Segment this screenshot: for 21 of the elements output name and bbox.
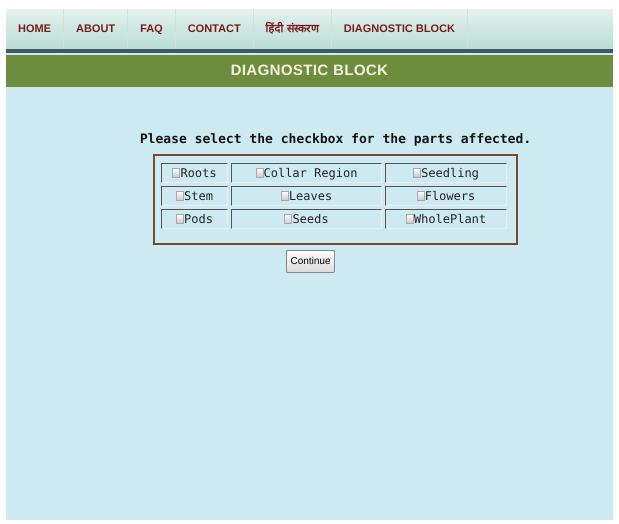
checkbox-option[interactable]: Pods [161, 208, 228, 228]
checkbox-option[interactable]: Roots [161, 162, 228, 182]
checkbox-option[interactable]: Stem [161, 186, 228, 206]
checkbox[interactable] [176, 214, 184, 224]
checkbox-option[interactable]: Flowers [385, 186, 507, 206]
continue-button[interactable]: Continue [286, 250, 335, 272]
checkbox[interactable] [172, 168, 180, 178]
checkbox[interactable] [256, 168, 264, 178]
checkbox[interactable] [284, 214, 292, 224]
checkbox-option[interactable]: Leaves [231, 186, 382, 206]
checkbox[interactable] [416, 190, 425, 200]
checkbox-option[interactable]: Collar Region [231, 162, 382, 182]
checkbox[interactable] [176, 190, 184, 200]
checkbox-option[interactable]: Seedling [385, 162, 507, 182]
checkbox[interactable] [280, 190, 289, 200]
checkbox[interactable] [413, 168, 422, 178]
checkbox-option[interactable]: WholePlant [385, 208, 507, 228]
checkbox-option[interactable]: Seeds [231, 208, 382, 228]
instruction-text: Please select the checkbox for the parts affected. [140, 131, 532, 149]
page-title: DIAGNOSTIC BLOCK [230, 60, 388, 81]
checkbox[interactable] [406, 214, 414, 224]
